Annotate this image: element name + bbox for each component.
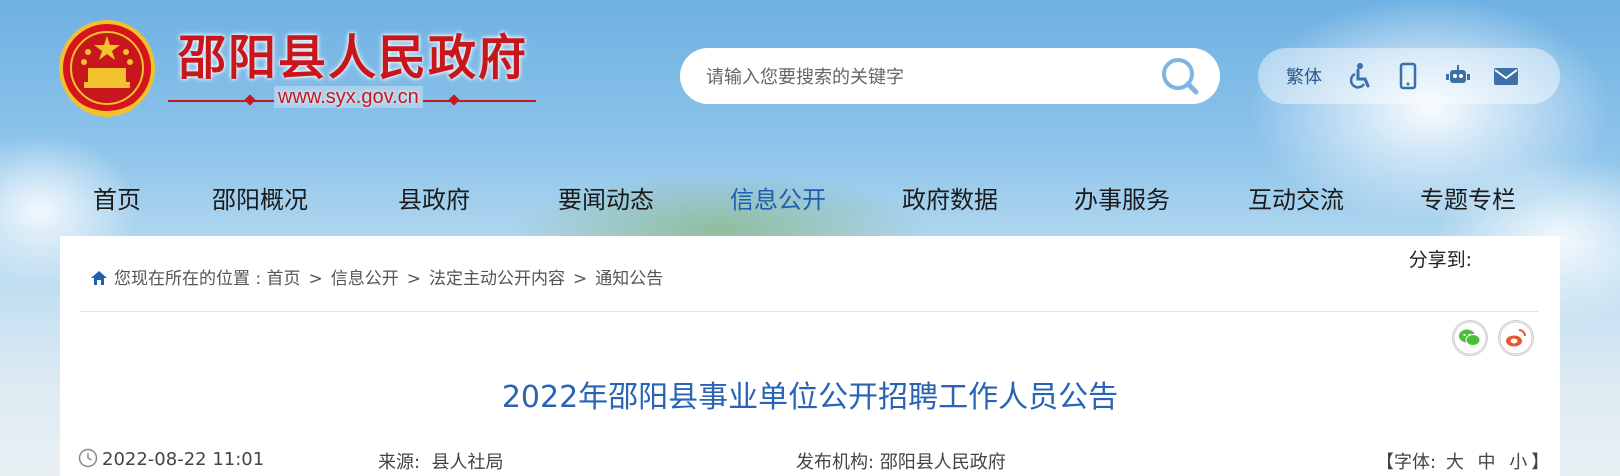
- search-icon[interactable]: [1158, 56, 1202, 96]
- font-size-switcher: 【字体: 大 中 小】: [1376, 448, 1549, 474]
- nav-item-services[interactable]: 办事服务: [1074, 180, 1170, 215]
- site-name[interactable]: 邵阳县人民政府: [178, 18, 528, 88]
- breadcrumb-item-home[interactable]: 首页: [267, 269, 301, 289]
- nav-item-interaction[interactable]: 互动交流: [1248, 180, 1344, 215]
- source-label: 来源:: [378, 452, 421, 473]
- nav-item-info-disclosure[interactable]: 信息公开: [730, 180, 826, 215]
- breadcrumb: 您现在所在的位置 : 首页 > 信息公开 > 法定主动公开内容 > 通知公告: [90, 264, 663, 289]
- breadcrumb-item-info-disclosure[interactable]: 信息公开: [331, 269, 399, 289]
- breadcrumb-item-notices[interactable]: 通知公告: [595, 269, 663, 289]
- font-size-medium[interactable]: 中: [1478, 452, 1496, 473]
- breadcrumb-divider: [80, 311, 1538, 312]
- breadcrumb-separator: >: [573, 269, 588, 289]
- home-icon: [91, 271, 107, 285]
- article-publisher: 发布机构: 邵阳县人民政府: [796, 448, 1006, 474]
- breadcrumb-separator: >: [406, 269, 422, 289]
- font-size-large[interactable]: 大: [1446, 452, 1464, 473]
- clock-icon: [78, 448, 98, 468]
- accessibility-icon[interactable]: [1346, 62, 1374, 90]
- font-size-small[interactable]: 小: [1509, 452, 1527, 473]
- publish-date: 2022-08-22 11:01: [78, 448, 264, 470]
- share-label: 分享到:: [1408, 249, 1472, 271]
- article-source: 来源: 县人社局: [378, 448, 504, 474]
- breadcrumb-prefix: 您现在所在的位置 :: [114, 269, 267, 289]
- nav-item-news[interactable]: 要闻动态: [558, 180, 654, 215]
- utility-toolbar: 繁体: [1258, 48, 1560, 104]
- nav-item-home[interactable]: 首页: [93, 180, 141, 215]
- robot-icon[interactable]: [1444, 62, 1472, 90]
- search-box: [680, 48, 1220, 106]
- font-size-prefix: 【字体:: [1376, 452, 1437, 473]
- main-nav: 首页 邵阳概况 县政府 要闻动态 信息公开 政府数据 办事服务 互动交流 专题专…: [0, 172, 1620, 224]
- site-url[interactable]: www.syx.gov.cn: [268, 86, 429, 109]
- content-panel: 您现在所在的位置 : 首页 > 信息公开 > 法定主动公开内容 > 通知公告 分享到: 20…: [60, 236, 1560, 476]
- font-size-suffix: 】: [1531, 452, 1550, 473]
- mobile-icon[interactable]: [1394, 62, 1422, 90]
- nav-item-government-data[interactable]: 政府数据: [902, 180, 998, 215]
- publish-date-value: 2022-08-22 11:01: [102, 449, 265, 470]
- traditional-chinese-link[interactable]: 繁体: [1286, 63, 1322, 89]
- publisher-label: 发布机构:: [796, 452, 875, 473]
- wechat-icon[interactable]: [1452, 320, 1488, 356]
- weibo-icon[interactable]: [1498, 320, 1534, 356]
- article-title: 2022年邵阳县事业单位公开招聘工作人员公告: [501, 380, 1119, 415]
- nav-item-county-government[interactable]: 县政府: [398, 180, 470, 215]
- publisher-value: 邵阳县人民政府: [879, 452, 1006, 473]
- breadcrumb-separator: >: [308, 269, 323, 289]
- nav-item-special-topics[interactable]: 专题专栏: [1420, 180, 1516, 215]
- breadcrumb-item-statutory-content[interactable]: 法定主动公开内容: [429, 269, 565, 289]
- site-url-text: www.syx.gov.cn: [274, 86, 423, 108]
- mail-icon[interactable]: [1492, 62, 1520, 90]
- nav-item-overview[interactable]: 邵阳概况: [212, 180, 308, 215]
- national-emblem-icon: [59, 20, 155, 117]
- search-input[interactable]: [704, 48, 1148, 106]
- source-value: 县人社局: [431, 452, 504, 473]
